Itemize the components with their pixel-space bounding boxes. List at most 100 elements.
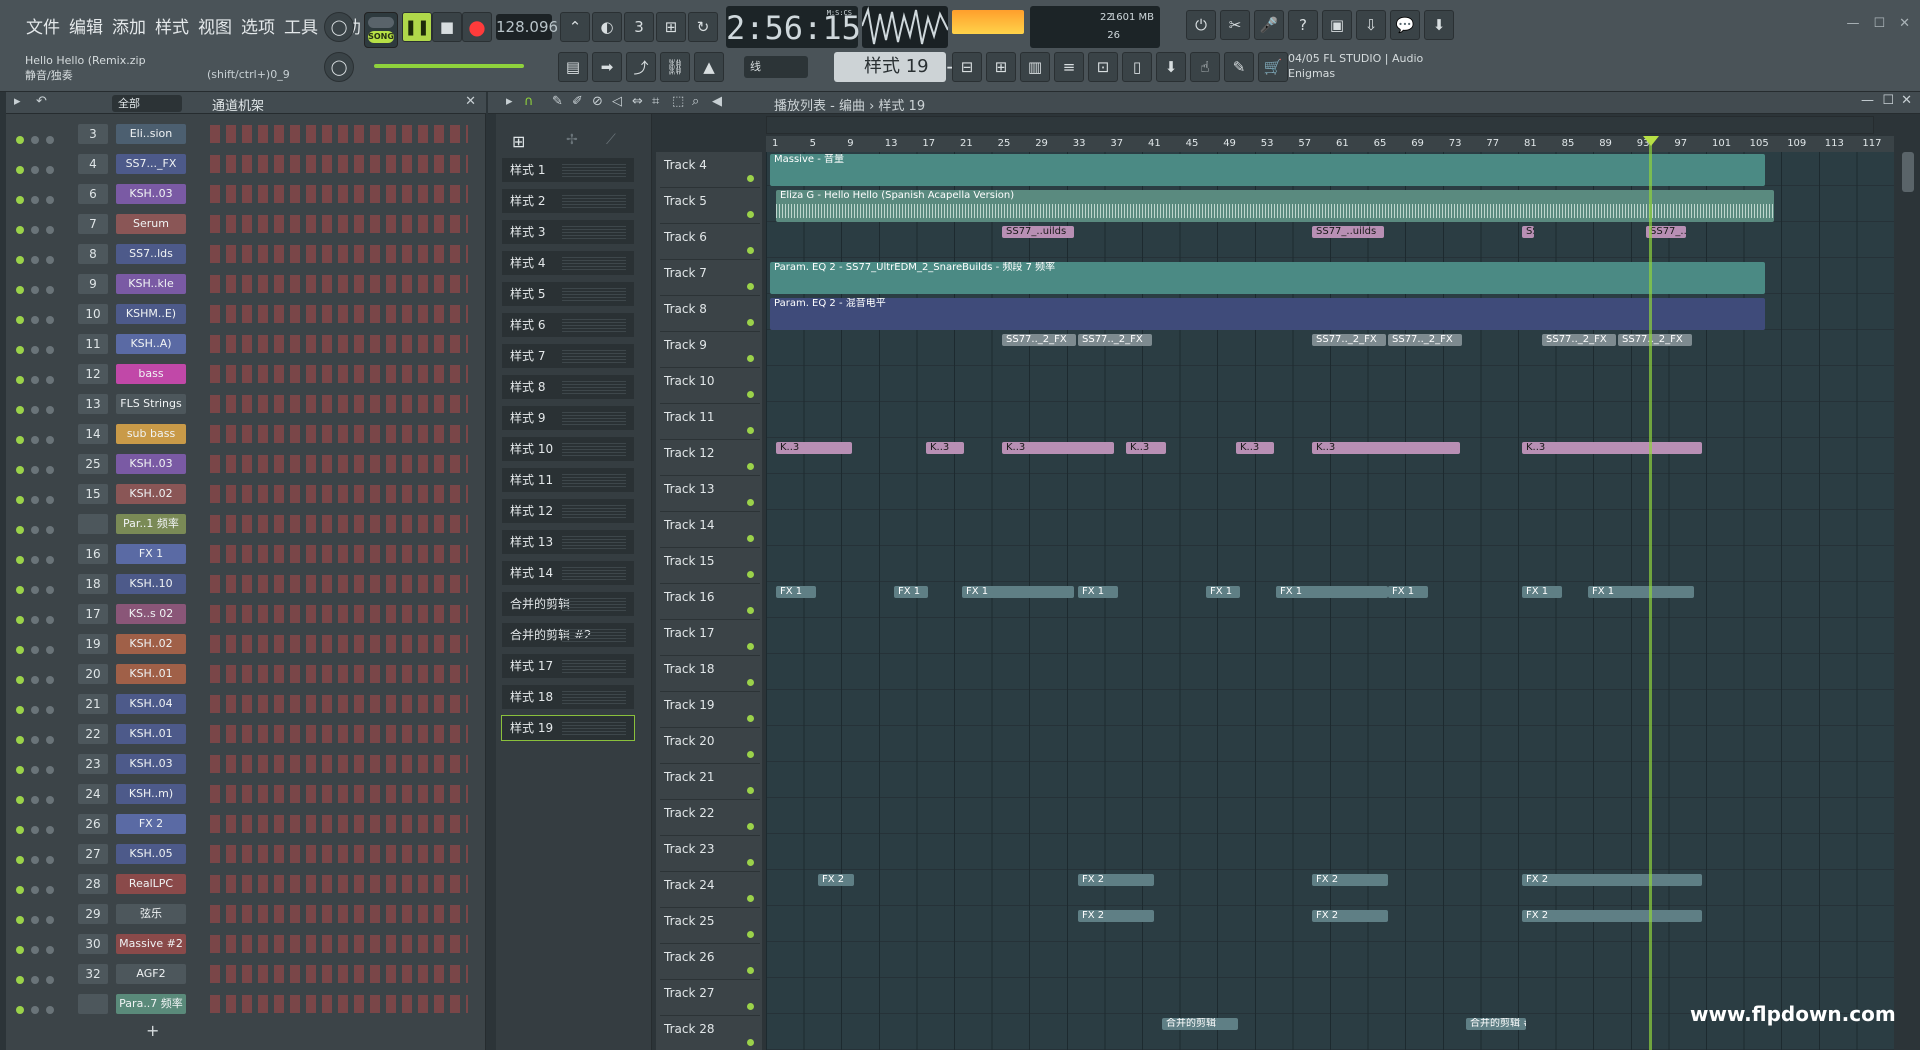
track-header[interactable]: Track 24 [660, 872, 760, 908]
browser-icon[interactable]: ⤴ [626, 52, 656, 82]
track-header[interactable]: Track 23 [660, 836, 760, 872]
step-sequencer[interactable] [210, 455, 468, 473]
channel-controls[interactable] [16, 189, 66, 204]
channel-name-button[interactable]: Massive #2 [116, 934, 186, 954]
rack-arrow-icon[interactable]: ▸ [14, 94, 21, 109]
pattern-picker-item[interactable]: 样式 8 [502, 375, 634, 399]
playlist-clip[interactable]: FX 2 [818, 874, 854, 886]
playhead-marker[interactable] [1643, 136, 1659, 146]
playlist-clip[interactable]: FX 2 [1312, 910, 1388, 922]
channel-row[interactable]: Para..7 频率 [6, 992, 476, 1016]
add-channel-button[interactable]: + [146, 1021, 159, 1040]
step-sequencer[interactable] [210, 755, 468, 773]
picker-audio-icon[interactable]: ⟋ [606, 132, 616, 148]
channel-row[interactable]: 11 KSH..A) [6, 332, 476, 356]
channel-row[interactable]: 17 KS..s 02 [6, 602, 476, 626]
playlist-minimize-icon[interactable]: — [1861, 93, 1874, 108]
channel-mixer-track[interactable]: 24 [78, 784, 108, 804]
playlist-clip[interactable]: FX 1 [776, 586, 816, 598]
channel-mixer-track[interactable]: 28 [78, 874, 108, 894]
render-icon[interactable]: ⇩ [1356, 10, 1386, 40]
step-sequencer[interactable] [210, 275, 468, 293]
channel-row[interactable]: 3 Eli..sion [6, 122, 476, 146]
track-header[interactable]: Track 22 [660, 800, 760, 836]
channel-mixer-track[interactable]: 25 [78, 454, 108, 474]
channel-controls[interactable] [16, 879, 66, 894]
channel-controls[interactable] [16, 459, 66, 474]
track-mute-dot[interactable] [747, 175, 754, 182]
track-header[interactable]: Track 10 [660, 368, 760, 404]
channel-mixer-track[interactable]: 4 [78, 154, 108, 174]
channel-controls[interactable] [16, 519, 66, 534]
channel-controls[interactable] [16, 579, 66, 594]
channel-row[interactable]: 28 RealLPC [6, 872, 476, 896]
pattern-picker-item[interactable]: 样式 1 [502, 158, 634, 182]
track-mute-dot[interactable] [747, 931, 754, 938]
channel-mixer-track[interactable]: 22 [78, 724, 108, 744]
step-edit-icon[interactable]: ⊞ [656, 12, 686, 42]
playlist-clip[interactable]: SS77.._2_FX [1002, 334, 1076, 346]
channel-name-button[interactable]: KS..s 02 [116, 604, 186, 624]
rack-close-icon[interactable]: ✕ [465, 94, 476, 109]
pattern-picker-item[interactable]: 样式 18 [502, 685, 634, 709]
pattern-picker-item[interactable]: 合并的剪辑 [502, 592, 634, 616]
track-mute-dot[interactable] [747, 319, 754, 326]
pattern-picker-item[interactable]: 样式 3 [502, 220, 634, 244]
slice-tool-icon[interactable]: ⌗ [652, 94, 659, 109]
menu-file[interactable]: 文件 [26, 13, 60, 38]
channel-controls[interactable] [16, 609, 66, 624]
channel-controls[interactable] [16, 999, 66, 1014]
channel-controls[interactable] [16, 819, 66, 834]
playlist-clip[interactable]: Eliza G - Hello Hello (Spanish Acapella … [776, 190, 1774, 222]
stop-button[interactable]: ■ [432, 12, 462, 42]
channel-row[interactable]: Par..1 频率 [6, 512, 476, 536]
channel-row[interactable]: 32 AGF2 [6, 962, 476, 986]
shop-icon[interactable]: 🛒 [1258, 52, 1288, 82]
channel-row[interactable]: 7 Serum [6, 212, 476, 236]
track-mute-dot[interactable] [747, 1039, 754, 1046]
channel-controls[interactable] [16, 849, 66, 864]
channel-mixer-track[interactable]: 14 [78, 424, 108, 444]
step-sequencer[interactable] [210, 245, 468, 263]
channel-mixer-track[interactable]: 10 [78, 304, 108, 324]
channel-filter-select[interactable]: 全部 [112, 95, 182, 112]
channel-name-button[interactable]: Par..1 频率 [116, 514, 186, 534]
playlist-clip[interactable]: K..3 [1126, 442, 1166, 454]
countdown-icon[interactable]: 3 [624, 12, 654, 42]
step-sequencer[interactable] [210, 305, 468, 323]
channel-name-button[interactable]: KSH..m) [116, 784, 186, 804]
playlist-clip[interactable]: FX 1 [1588, 586, 1694, 598]
track-mute-dot[interactable] [747, 247, 754, 254]
playlist-clip[interactable]: SS77_..uilds [1002, 226, 1074, 238]
channel-name-button[interactable]: KSH..02 [116, 634, 186, 654]
track-header[interactable]: Track 9 [660, 332, 760, 368]
chat-icon[interactable]: 💬 [1390, 10, 1420, 40]
channel-mixer-track[interactable]: 7 [78, 214, 108, 234]
channel-mixer-track[interactable]: 29 [78, 904, 108, 924]
playlist-clip[interactable]: 合并的剪辑 #2 [1466, 1018, 1526, 1030]
channel-name-button[interactable]: KSH..05 [116, 844, 186, 864]
track-mute-dot[interactable] [747, 499, 754, 506]
step-sequencer[interactable] [210, 425, 468, 443]
channel-controls[interactable] [16, 399, 66, 414]
playlist-icon[interactable]: ▤ [558, 52, 588, 82]
playlist-clip[interactable]: FX 2 [1312, 874, 1388, 886]
channel-controls[interactable] [16, 159, 66, 174]
channel-row[interactable]: 29 弦乐 [6, 902, 476, 926]
channel-mixer-track[interactable] [78, 514, 108, 534]
vertical-scrollbar[interactable] [1902, 152, 1914, 192]
channel-mixer-track[interactable]: 30 [78, 934, 108, 954]
playlist-clip[interactable]: Param. EQ 2 - 混音电平 [770, 298, 1765, 330]
channel-controls[interactable] [16, 699, 66, 714]
playlist-grid[interactable]: Massive - 音量 Eliza G - Hello Hello (Spani… [766, 152, 1894, 1050]
track-mute-dot[interactable] [747, 355, 754, 362]
track-header[interactable]: Track 16 [660, 584, 760, 620]
channel-name-button[interactable]: SS7..._FX [116, 154, 186, 174]
master-volume-slider[interactable] [374, 64, 524, 68]
track-header[interactable]: Track 20 [660, 728, 760, 764]
master-volume-knob[interactable]: ◯ [324, 12, 354, 42]
track-mute-dot[interactable] [747, 787, 754, 794]
track-header[interactable]: Track 27 [660, 980, 760, 1016]
channel-row[interactable]: 13 FLS Strings [6, 392, 476, 416]
pattern-song-toggle[interactable]: SONG [364, 12, 398, 48]
